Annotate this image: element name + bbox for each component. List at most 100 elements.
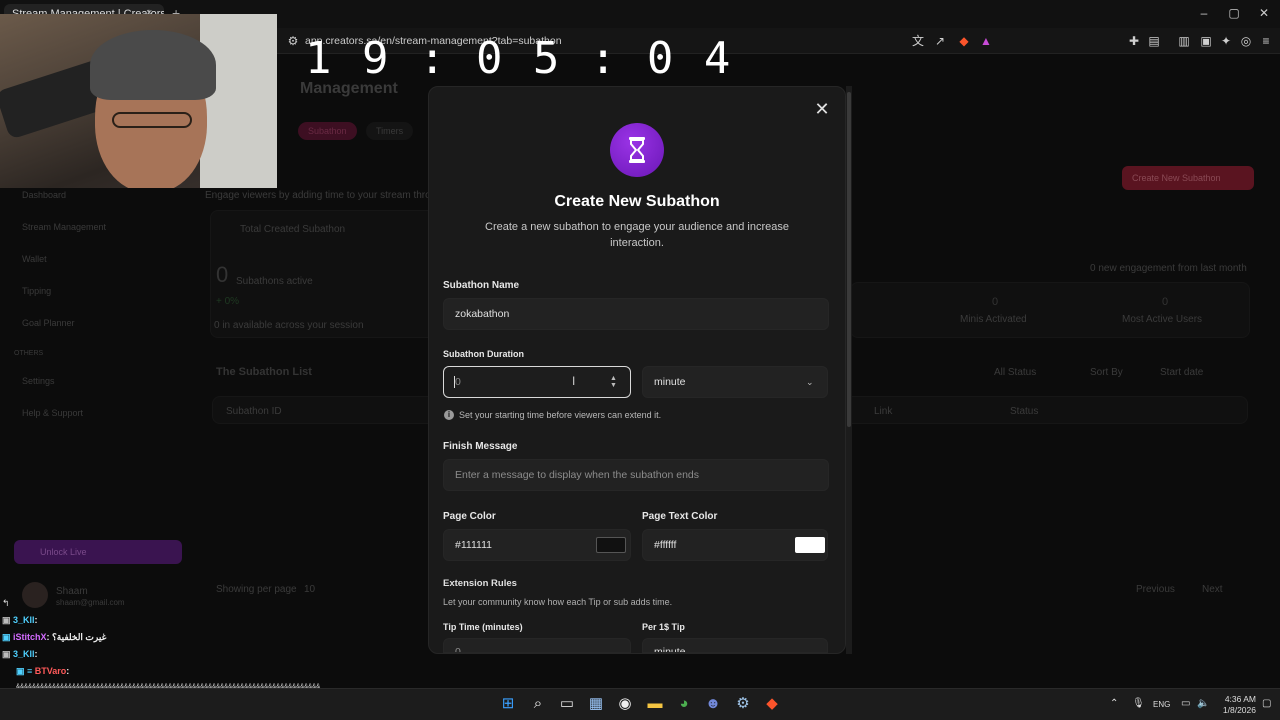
- number-stepper[interactable]: ▲ ▼: [610, 375, 617, 389]
- page-color-label: Page Color: [443, 511, 496, 522]
- sidebar-item-tipping[interactable]: Tipping: [22, 286, 51, 296]
- store-icon[interactable]: ▦: [586, 694, 606, 714]
- page-text-color-swatch[interactable]: [795, 537, 825, 553]
- close-window-button[interactable]: ✕: [1248, 6, 1280, 20]
- webcam-background: [200, 14, 277, 188]
- create-subathon-button[interactable]: Create New Subathon: [1122, 166, 1254, 190]
- subathon-name-label: Subathon Name: [443, 280, 520, 291]
- next-page-button[interactable]: Next: [1202, 584, 1223, 595]
- streamer-beanie: [90, 30, 216, 100]
- wallet-icon[interactable]: ▣: [1198, 33, 1214, 49]
- extension-rules-desc: Let your community know how each Tip or …: [443, 597, 673, 607]
- chat-badge-icon: ▣: [2, 615, 14, 625]
- chat-text: : غيرت الخلفية؟: [46, 632, 107, 642]
- modal-title: Create New Subathon: [554, 193, 720, 210]
- notification-icon[interactable]: ▢: [1262, 698, 1271, 709]
- per-tip-select[interactable]: minute: [642, 638, 828, 653]
- filter-date[interactable]: Start date: [1160, 367, 1203, 378]
- sidebar-section-label: OTHERS: [14, 350, 44, 357]
- search-icon[interactable]: ⌕: [528, 694, 548, 714]
- close-icon[interactable]: ✕: [812, 99, 832, 119]
- avatar[interactable]: [22, 582, 48, 608]
- stat-note: 0 in available across your session: [214, 320, 364, 331]
- table-header-cell: Subathon ID: [226, 406, 282, 417]
- filter-sort[interactable]: Sort By: [1090, 367, 1123, 378]
- tray-overflow-icon[interactable]: ⌃: [1110, 698, 1118, 709]
- tab-timers[interactable]: Timers: [366, 122, 414, 140]
- site-info-icon[interactable]: ⚙: [285, 33, 301, 49]
- windows-start-icon[interactable]: ⊞: [498, 694, 518, 714]
- per-tip-value: minute: [654, 646, 686, 653]
- filter-status[interactable]: All Status: [994, 367, 1036, 378]
- volume-icon[interactable]: 🔈: [1197, 698, 1209, 709]
- language-indicator[interactable]: ENG: [1153, 700, 1170, 709]
- maximize-button[interactable]: ▢: [1218, 6, 1250, 20]
- chat-message: ▣ 3_Kll:: [2, 615, 38, 626]
- unlock-live-button[interactable]: Unlock Live: [14, 540, 182, 564]
- sidebar-icon[interactable]: ▥: [1176, 33, 1192, 49]
- steam-icon[interactable]: ⚙: [733, 694, 753, 714]
- extensions-icon[interactable]: ✚: [1126, 33, 1142, 49]
- vpn-icon[interactable]: ◎: [1238, 33, 1254, 49]
- rows-per-page-select[interactable]: 10: [304, 584, 315, 595]
- stat-col-value: 0: [1162, 296, 1169, 308]
- table-header-cell: Status: [1010, 406, 1039, 417]
- duration-unit-select[interactable]: minute: [642, 366, 828, 398]
- duration-value: 0: [455, 376, 461, 388]
- tip-time-label: Tip Time (minutes): [443, 622, 523, 632]
- brave-shield-icon[interactable]: ◆: [956, 33, 972, 49]
- page-color-value: #111111: [455, 539, 492, 551]
- page-color-swatch[interactable]: [596, 537, 626, 553]
- duration-input[interactable]: [443, 366, 631, 398]
- sidebar-item-help[interactable]: Help & Support: [22, 408, 83, 418]
- brave-icon[interactable]: ◆: [762, 694, 782, 714]
- finish-message-label: Finish Message: [443, 441, 518, 452]
- tip-time-value: 0: [455, 646, 461, 653]
- obs-icon[interactable]: ◉: [615, 694, 635, 714]
- sidebar-item-dashboard[interactable]: Dashboard: [22, 190, 66, 200]
- network-icon[interactable]: ▭: [1181, 698, 1190, 709]
- sidebar-item-wallet[interactable]: Wallet: [22, 254, 47, 264]
- brave-rewards-icon[interactable]: ▲: [978, 33, 994, 49]
- subathon-duration-label: Subathon Duration: [443, 349, 524, 359]
- chrome-icon[interactable]: ◕: [674, 694, 694, 714]
- reader-icon[interactable]: ▤: [1146, 33, 1162, 49]
- chat-text: :: [66, 666, 70, 676]
- previous-page-button[interactable]: Previous: [1136, 584, 1175, 595]
- task-view-icon[interactable]: ▭: [557, 694, 577, 714]
- share-icon[interactable]: ↗: [932, 33, 948, 49]
- chevron-down-icon[interactable]: ⌄: [806, 377, 814, 388]
- mouse-ibeam-icon: I: [572, 374, 576, 388]
- chat-badge-icon: ▣: [2, 632, 14, 642]
- duration-unit-value: minute: [654, 376, 686, 388]
- menu-icon[interactable]: ≡: [1258, 33, 1274, 49]
- sidebar-item-stream-management[interactable]: Stream Management: [22, 222, 106, 232]
- system-clock[interactable]: 4:36 AM 1/8/2026: [1212, 694, 1256, 716]
- page-text-color-value: #ffffff: [654, 539, 677, 551]
- tab-subathon[interactable]: Subathon: [298, 122, 357, 140]
- leo-ai-icon[interactable]: ✦: [1218, 33, 1234, 49]
- sidebar-item-goal-planner[interactable]: Goal Planner: [22, 318, 75, 328]
- tip-time-input[interactable]: 0: [443, 638, 631, 653]
- finish-message-placeholder: Enter a message to display when the suba…: [455, 469, 699, 481]
- stat-delta: + 0%: [216, 296, 240, 307]
- streamer-glasses: [112, 112, 192, 128]
- stat-columns: [850, 282, 1250, 338]
- stat-col-value: 0: [992, 296, 999, 308]
- page-description: Engage viewers by adding time to your st…: [205, 190, 456, 201]
- chat-scroll-marker: ↰: [2, 598, 10, 608]
- minimize-button[interactable]: –: [1188, 6, 1220, 20]
- hourglass-icon: [629, 137, 645, 163]
- discord-icon[interactable]: ☻: [703, 694, 723, 714]
- stat-col-label: Minis Activated: [960, 314, 1027, 325]
- translate-icon[interactable]: 文: [910, 33, 926, 49]
- chat-username: BTVaro: [34, 666, 67, 676]
- microphone-icon[interactable]: 🎙: [1132, 698, 1145, 709]
- modal-scrollbar-thumb[interactable]: [847, 92, 851, 427]
- sidebar-item-settings[interactable]: Settings: [22, 376, 55, 386]
- subathon-name-value: zokabathon: [455, 308, 510, 320]
- finish-message-input[interactable]: Enter a message to display when the suba…: [443, 459, 829, 491]
- file-explorer-icon[interactable]: ▬: [645, 694, 665, 714]
- subathon-name-input[interactable]: zokabathon: [443, 298, 829, 330]
- stream-clock-overlay: 1 9 : 0 5 : 0 4: [305, 33, 733, 84]
